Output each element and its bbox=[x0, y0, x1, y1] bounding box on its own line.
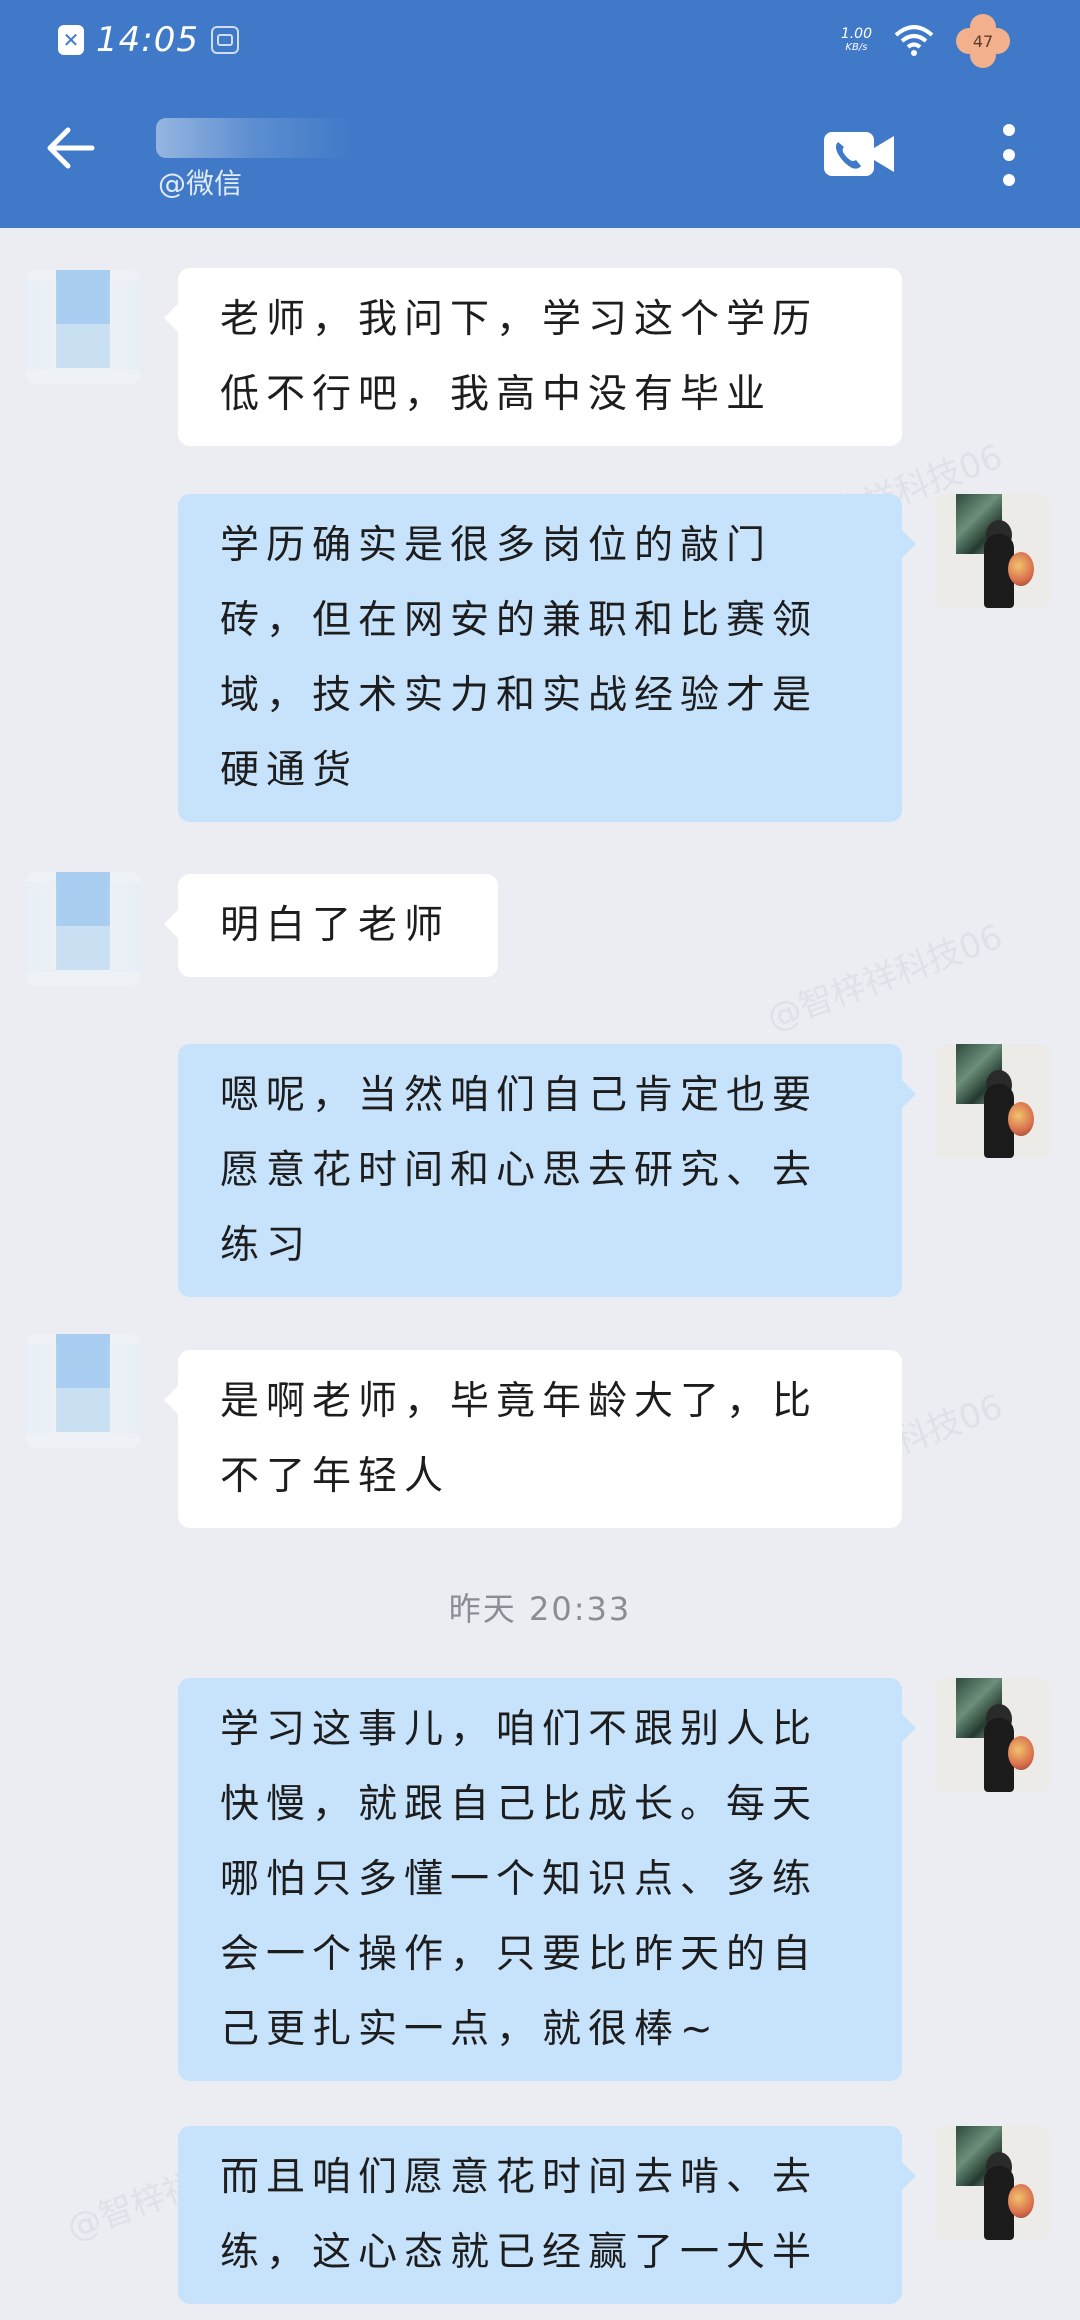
contact-avatar[interactable] bbox=[26, 270, 140, 384]
back-arrow-icon[interactable] bbox=[40, 118, 100, 178]
chat-header: @微信 bbox=[0, 100, 1080, 210]
more-options-icon[interactable] bbox=[996, 122, 1022, 188]
app-notification-icon bbox=[210, 26, 239, 54]
wifi-icon bbox=[894, 25, 934, 56]
user-avatar[interactable] bbox=[936, 2126, 1050, 2240]
status-bar: ✕ 14:05 1.00 KB/s 47 bbox=[0, 0, 1080, 80]
user-avatar[interactable] bbox=[936, 1678, 1050, 1792]
message-bubble[interactable]: 学历确实是很多岗位的敲门砖，但在网安的兼职和比赛领域，技术实力和实战经验才是硬通… bbox=[178, 494, 916, 822]
contact-name-blurred[interactable] bbox=[156, 118, 356, 158]
message-bubble[interactable]: 明白了老师 bbox=[164, 874, 498, 977]
notification-close-icon: ✕ bbox=[58, 25, 84, 55]
user-avatar[interactable] bbox=[936, 1044, 1050, 1158]
message-bubble[interactable]: 而且咱们愿意花时间去啃、去练，这心态就已经赢了一大半 bbox=[178, 2126, 916, 2304]
status-time: 14:05 bbox=[96, 20, 199, 60]
video-call-icon[interactable] bbox=[824, 130, 896, 178]
top-bar: ✕ 14:05 1.00 KB/s 47 @微信 bbox=[0, 0, 1080, 228]
chat-timestamp: 昨天 20:33 bbox=[448, 1590, 632, 1628]
message-bubble[interactable]: 嗯呢，当然咱们自己肯定也要愿意花时间和心思去研究、去练习 bbox=[178, 1044, 916, 1297]
watermark: @智梓祥科技06 bbox=[761, 916, 1008, 1039]
message-bubble[interactable]: 学习这事儿，咱们不跟别人比快慢，就跟自己比成长。每天哪怕只多懂一个知识点、多练会… bbox=[178, 1678, 916, 2081]
contact-avatar[interactable] bbox=[26, 872, 140, 986]
message-bubble[interactable]: 老师，我问下，学习这个学历低不行吧，我高中没有毕业 bbox=[164, 268, 902, 446]
battery-level: 47 bbox=[972, 31, 994, 51]
contact-subtitle: @微信 bbox=[158, 167, 243, 200]
user-avatar[interactable] bbox=[936, 494, 1050, 608]
battery-icon: 47 bbox=[956, 14, 1010, 68]
message-bubble[interactable]: 是啊老师，毕竟年龄大了，比不了年轻人 bbox=[164, 1350, 902, 1528]
contact-avatar[interactable] bbox=[26, 1334, 140, 1448]
network-speed: 1.00 KB/s bbox=[840, 26, 872, 53]
